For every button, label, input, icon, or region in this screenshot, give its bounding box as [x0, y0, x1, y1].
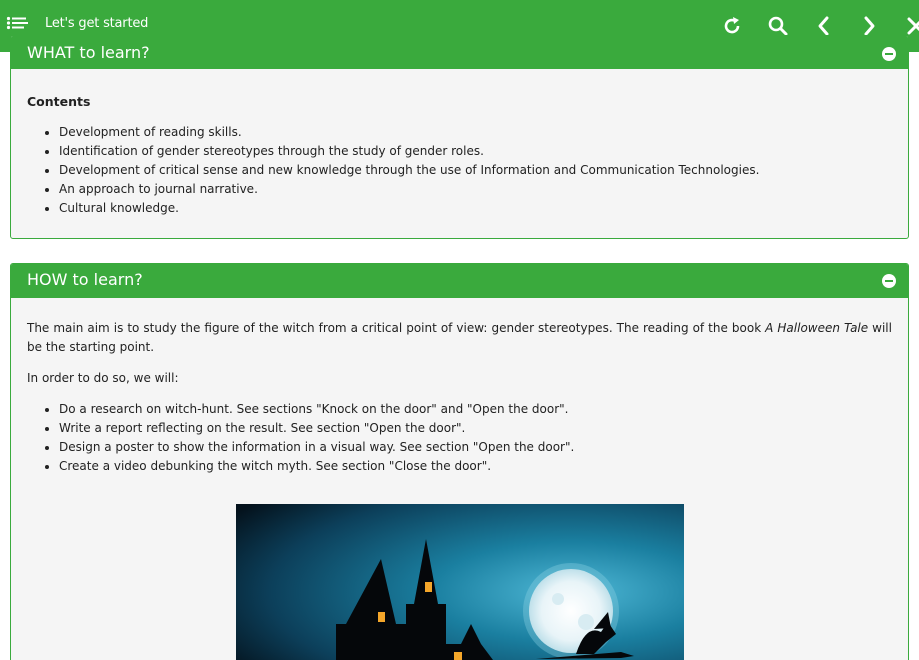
how-panel-title: HOW to learn? — [27, 270, 143, 289]
todo-paragraph: In order to do so, we will: — [27, 371, 179, 385]
intro-text: The main aim is to study the figure of t… — [27, 321, 766, 335]
list-item: Create a video debunking the witch myth.… — [59, 457, 892, 476]
how-panel-header[interactable]: HOW to learn? — [11, 264, 908, 298]
list-item: Identification of gender stereotypes thr… — [59, 142, 892, 161]
list-item: Design a poster to show the information … — [59, 438, 892, 457]
task-list: Do a research on witch-hunt. See section… — [27, 400, 892, 476]
collapse-icon[interactable] — [882, 47, 896, 61]
halloween-illustration — [236, 504, 684, 660]
list-item: Write a report reflecting on the result.… — [59, 419, 892, 438]
list-item: Development of critical sense and new kn… — [59, 161, 892, 180]
what-panel-header[interactable]: WHAT to learn? — [11, 36, 908, 69]
page-title: Let's get started — [45, 16, 149, 31]
collapse-icon[interactable] — [882, 274, 896, 288]
book-title: A Halloween Tale — [765, 321, 869, 335]
main-aim-paragraph: The main aim is to study the figure of t… — [27, 319, 892, 357]
how-panel-body: The main aim is to study the figure of t… — [11, 319, 908, 476]
what-panel-title: WHAT to learn? — [27, 43, 150, 62]
list-menu-icon[interactable] — [6, 16, 30, 34]
what-panel-body: Contents Development of reading skills. … — [11, 92, 908, 218]
list-item: Development of reading skills. — [59, 123, 892, 142]
what-to-learn-panel: WHAT to learn? Contents Development of r… — [10, 35, 909, 239]
list-item: An approach to journal narrative. — [59, 180, 892, 199]
contents-list: Development of reading skills. Identific… — [27, 123, 892, 218]
how-to-learn-panel: HOW to learn? The main aim is to study t… — [10, 263, 909, 660]
list-item: Cultural knowledge. — [59, 199, 892, 218]
contents-heading: Contents — [27, 94, 91, 109]
list-item: Do a research on witch-hunt. See section… — [59, 400, 892, 419]
